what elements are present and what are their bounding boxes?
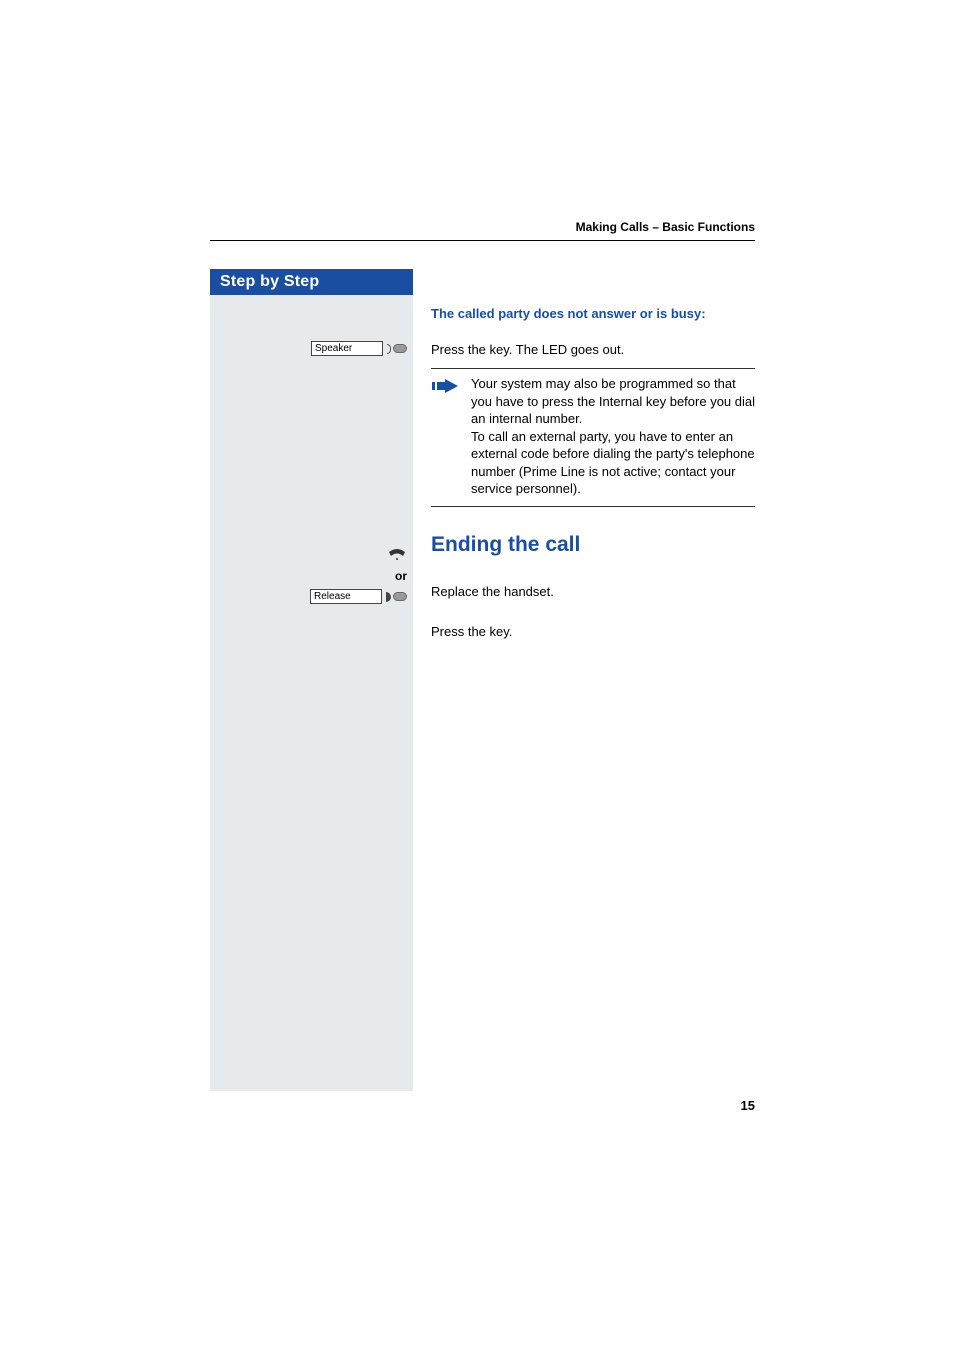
led-off-icon bbox=[387, 344, 407, 354]
heading-ending-call: Ending the call bbox=[431, 531, 755, 559]
subheading-no-answer: The called party does not answer or is b… bbox=[431, 305, 755, 323]
note-arrow-icon bbox=[431, 375, 461, 498]
note-text: Your system may also be programmed so th… bbox=[471, 375, 755, 498]
body-replace-handset: Replace the handset. bbox=[431, 583, 755, 601]
sidebar-title: Step by Step bbox=[210, 269, 413, 295]
speaker-key-label: Speaker bbox=[311, 341, 383, 356]
section-header: Making Calls – Basic Functions bbox=[210, 220, 755, 240]
body-press-key-led: Press the key. The LED goes out. bbox=[431, 341, 755, 359]
page-number: 15 bbox=[741, 1098, 755, 1113]
or-label: or bbox=[210, 569, 413, 583]
release-key-label: Release bbox=[310, 589, 382, 604]
note-box: Your system may also be programmed so th… bbox=[431, 368, 755, 507]
step-sidebar: Step by Step Speaker or Release bbox=[210, 269, 413, 1091]
led-on-icon bbox=[386, 592, 407, 602]
header-rule bbox=[210, 240, 755, 241]
body-press-key: Press the key. bbox=[431, 623, 755, 641]
handset-down-icon bbox=[387, 548, 407, 567]
content-column: The called party does not answer or is b… bbox=[413, 269, 755, 1091]
